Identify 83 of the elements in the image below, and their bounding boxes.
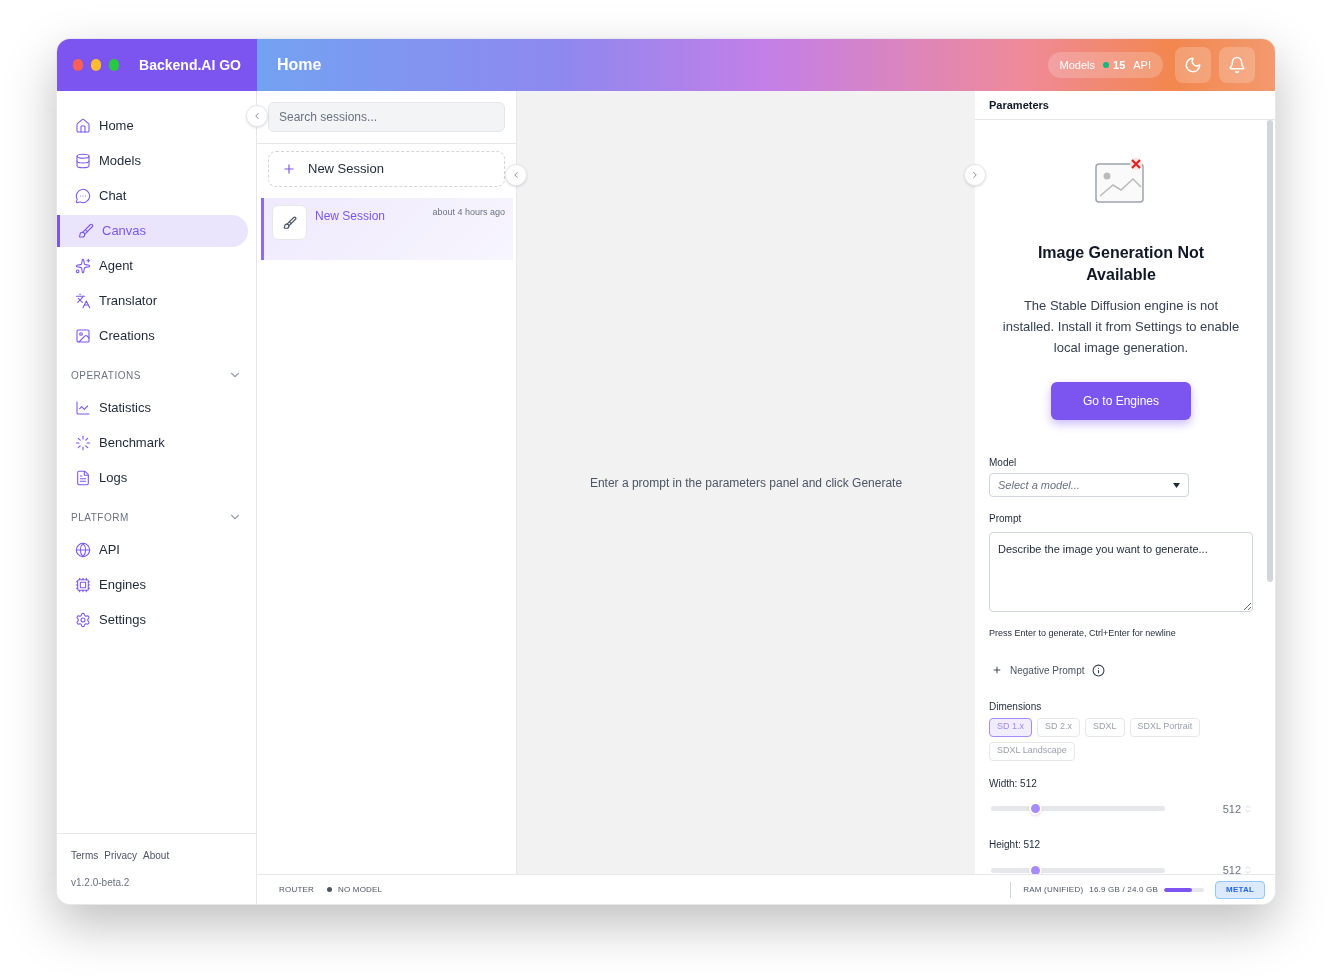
footer-link[interactable]: Terms bbox=[71, 848, 99, 863]
session-item[interactable]: New Session about 4 hours ago bbox=[261, 198, 513, 260]
plus-icon bbox=[282, 162, 296, 176]
model-status: NO MODEL bbox=[338, 883, 383, 896]
home-icon bbox=[75, 118, 91, 134]
nav-item[interactable]: API bbox=[57, 534, 248, 566]
line-chart-icon bbox=[75, 400, 91, 416]
field-label: Dimensions bbox=[989, 699, 1043, 714]
session-time: about 4 hours ago bbox=[432, 206, 505, 219]
loader-icon bbox=[75, 435, 91, 451]
nav-item[interactable]: Chat bbox=[57, 180, 248, 212]
nav-item[interactable]: Settings bbox=[57, 604, 248, 636]
collapse-sessions-button[interactable] bbox=[505, 164, 527, 186]
nav-item[interactable]: Translator bbox=[57, 285, 248, 317]
notice-text: The Stable Diffusion engine is not installed. Install it from Settings to enable local image generation. bbox=[1001, 297, 1241, 357]
notifications-button[interactable] bbox=[1219, 47, 1255, 83]
footer-link[interactable]: Privacy bbox=[104, 848, 138, 863]
nav-item[interactable]: Statistics bbox=[57, 392, 248, 424]
field-label: Height: 512 bbox=[989, 838, 1042, 852]
search-field[interactable]: Search sessions... bbox=[268, 102, 505, 132]
nav-item[interactable]: Home bbox=[57, 110, 248, 142]
chevron-left-icon bbox=[511, 170, 521, 180]
info-icon bbox=[1092, 663, 1106, 677]
nav-item[interactable]: Creations bbox=[57, 320, 248, 352]
chat-bubble-icon bbox=[75, 188, 91, 204]
slider-value: 512 bbox=[1222, 863, 1241, 874]
negative-prompt-toggle[interactable]: Negative Prompt bbox=[992, 662, 1106, 678]
hint-text: Press Enter to generate, Ctrl+Enter for newline bbox=[989, 627, 1177, 640]
model-select[interactable]: Select a model... bbox=[989, 473, 1189, 497]
nav-item[interactable]: Logs bbox=[57, 462, 248, 494]
field-label: Model bbox=[989, 456, 1018, 470]
ram-label: RAM (UNIFIED) bbox=[1023, 883, 1084, 896]
nav-item[interactable]: Agent bbox=[57, 250, 248, 282]
nav-item[interactable]: Benchmark bbox=[57, 427, 248, 459]
dropdown-caret-icon bbox=[1173, 482, 1180, 488]
collapse-parameters-button[interactable] bbox=[964, 164, 986, 186]
bell-icon bbox=[1228, 56, 1246, 74]
translate-icon bbox=[75, 293, 91, 309]
slider[interactable] bbox=[991, 806, 1165, 812]
footer-link[interactable]: About bbox=[143, 848, 170, 863]
go-to-engines-button[interactable]: Go to Engines bbox=[1051, 382, 1191, 420]
nav-item[interactable]: Canvas bbox=[57, 215, 248, 247]
dark-mode-button[interactable] bbox=[1175, 47, 1211, 83]
minimize-window-button[interactable] bbox=[91, 59, 102, 71]
new-session-button[interactable]: New Session bbox=[268, 151, 505, 187]
session-title: New Session bbox=[315, 208, 386, 225]
stepper-icon[interactable] bbox=[1243, 803, 1253, 814]
prompt-field[interactable]: Describe the image you want to generate... bbox=[989, 532, 1253, 612]
ram-value: 16.9 GB / 24.0 GB bbox=[1089, 883, 1159, 896]
page-title: Home bbox=[277, 55, 322, 75]
chevron-left-icon bbox=[252, 111, 262, 121]
brush-icon bbox=[282, 215, 297, 230]
document-icon bbox=[75, 470, 91, 486]
notice-heading: Image Generation Not Available bbox=[1036, 243, 1206, 285]
database-icon bbox=[75, 153, 91, 169]
backend-badge: METAL bbox=[1215, 880, 1265, 899]
stepper-icon[interactable] bbox=[1243, 865, 1253, 874]
app-title: Backend.AI GO bbox=[139, 55, 241, 75]
settings-icon bbox=[75, 612, 91, 628]
globe-icon bbox=[75, 542, 91, 558]
router-label: ROUTER bbox=[279, 883, 314, 896]
nav-item[interactable]: Engines bbox=[57, 569, 248, 601]
section-heading: PLATFORM bbox=[71, 510, 129, 525]
collapse-sidebar-button[interactable] bbox=[246, 105, 268, 127]
slider-thumb[interactable] bbox=[1028, 802, 1042, 816]
chevron-right-icon bbox=[970, 170, 980, 180]
section-heading: OPERATIONS bbox=[71, 368, 141, 383]
plus-icon bbox=[992, 665, 1002, 675]
field-label: Prompt bbox=[989, 512, 1023, 526]
broken-image-icon bbox=[1095, 158, 1147, 204]
sparkles-icon bbox=[75, 258, 91, 274]
slider-value: 512 bbox=[1222, 801, 1241, 817]
nav-item[interactable]: Models bbox=[57, 145, 248, 177]
empty-canvas-message: Enter a prompt in the parameters panel and click Generate bbox=[589, 474, 903, 492]
version-label: v1.2.0-beta.2 bbox=[71, 876, 131, 890]
chip-icon bbox=[75, 577, 91, 593]
image-icon bbox=[75, 328, 91, 344]
field-label: Width: 512 bbox=[989, 776, 1038, 791]
close-window-button[interactable] bbox=[73, 59, 84, 71]
brush-icon bbox=[78, 223, 94, 239]
maximize-window-button[interactable] bbox=[109, 59, 120, 71]
moon-icon bbox=[1184, 56, 1202, 74]
panel-title: Parameters bbox=[989, 97, 1049, 113]
